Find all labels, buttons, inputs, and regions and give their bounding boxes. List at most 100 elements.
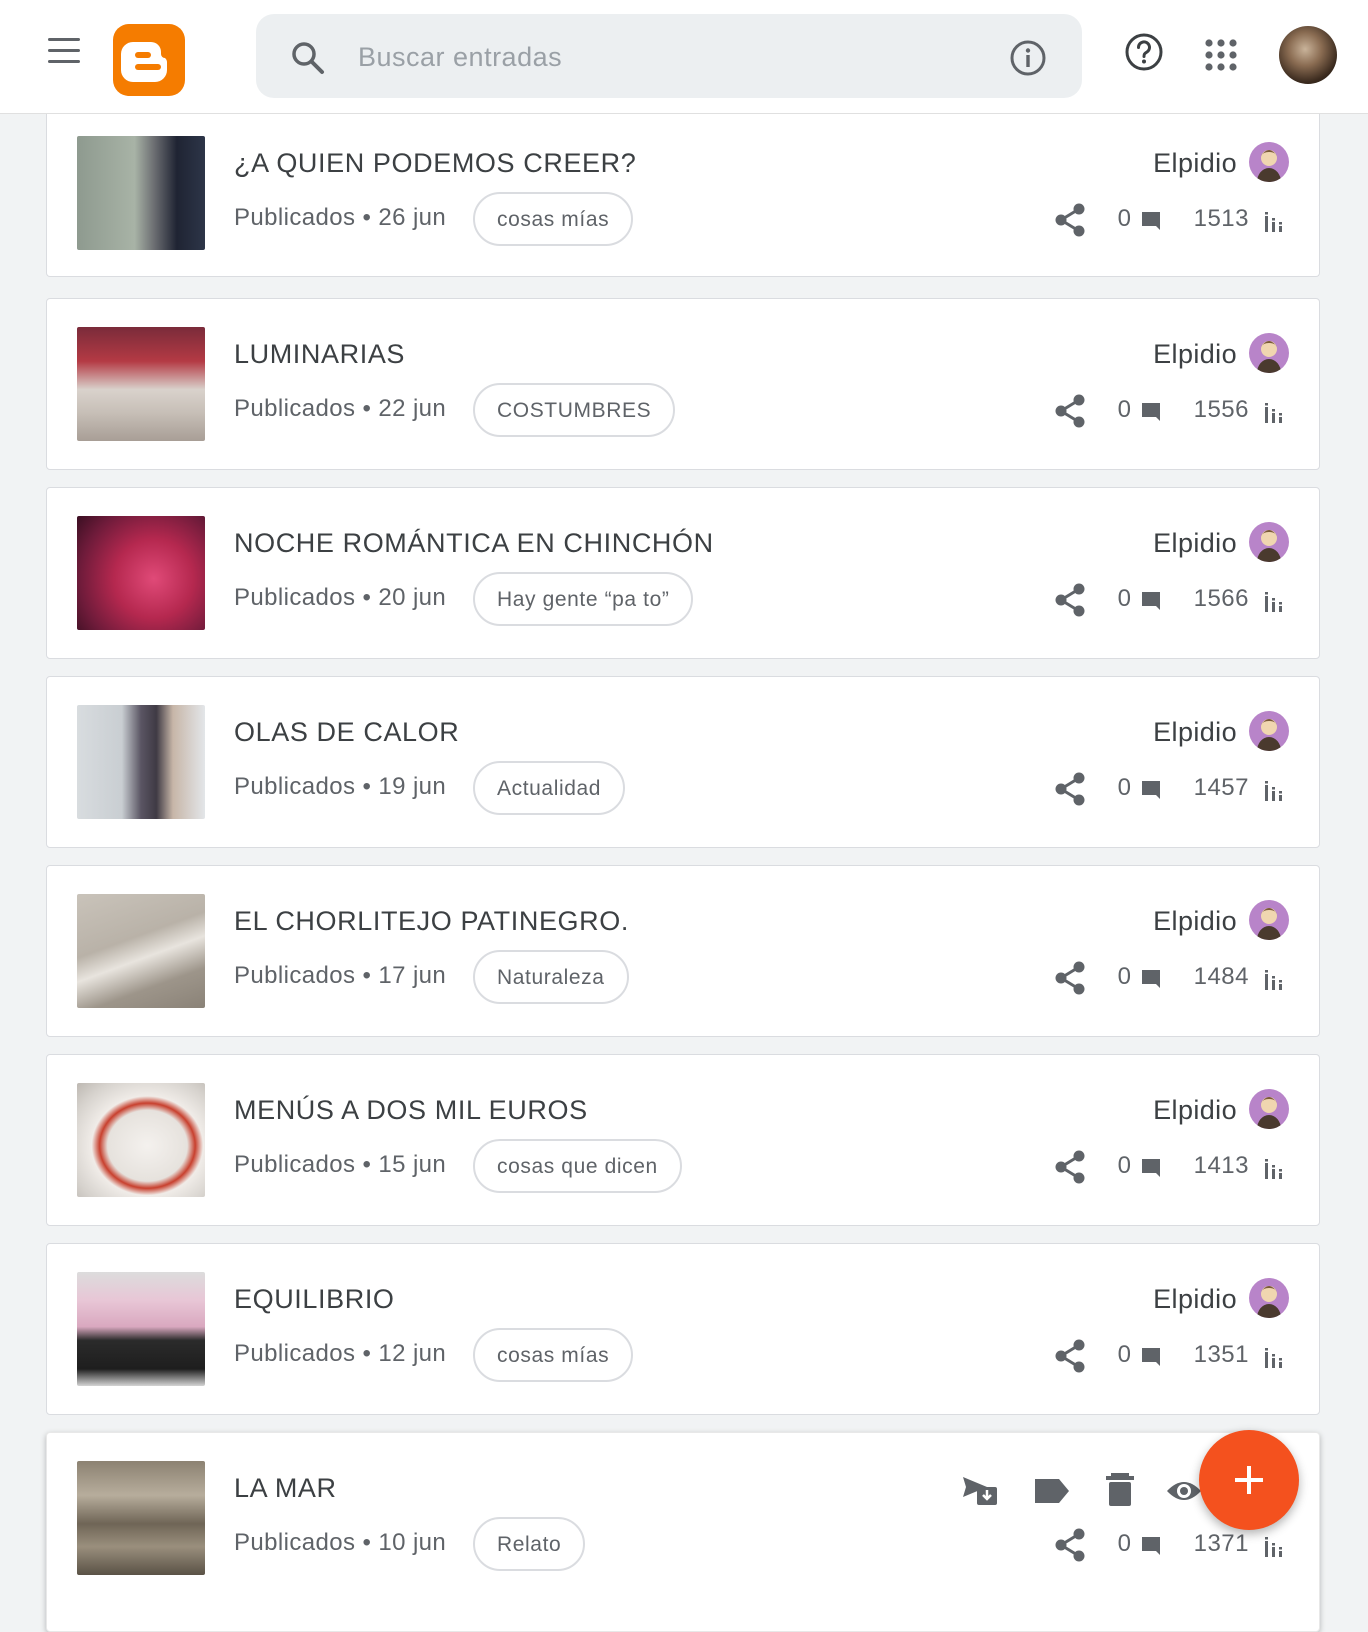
- post-status-date: Publicados • 26 jun: [234, 204, 446, 232]
- comment-icon: [1142, 1348, 1160, 1366]
- delete-icon[interactable]: [1101, 1471, 1139, 1507]
- share-icon[interactable]: [1053, 1149, 1087, 1185]
- post-row[interactable]: MENÚS A DOS MIL EUROS Publicados • 15 ju…: [46, 1054, 1320, 1226]
- share-icon[interactable]: [1053, 202, 1087, 238]
- post-status-date: Publicados • 10 jun: [234, 1529, 446, 1557]
- plus-icon: [1235, 1466, 1263, 1494]
- help-icon[interactable]: [1124, 32, 1164, 72]
- share-icon[interactable]: [1053, 1338, 1087, 1374]
- post-label-chip[interactable]: Actualidad: [473, 761, 626, 815]
- hamburger-menu-button[interactable]: [44, 38, 84, 68]
- post-title[interactable]: EQUILIBRIO: [234, 1284, 395, 1315]
- post-status-date: Publicados • 19 jun: [234, 773, 446, 801]
- info-icon[interactable]: [1008, 38, 1048, 78]
- post-label-chip[interactable]: COSTUMBRES: [473, 383, 676, 437]
- post-author: Elpidio: [1153, 717, 1237, 747]
- post-author: Elpidio: [1153, 1284, 1237, 1314]
- view-count: 1413: [1193, 1152, 1249, 1179]
- post-status-date: Publicados • 12 jun: [234, 1340, 446, 1368]
- post-label-chip[interactable]: cosas que dicen: [473, 1139, 682, 1193]
- post-label-chip[interactable]: Hay gente “pa to”: [473, 572, 694, 626]
- preview-eye-icon[interactable]: [1165, 1473, 1203, 1509]
- post-status: Publicados: [234, 1151, 356, 1178]
- post-thumbnail: [77, 136, 205, 250]
- stats-icon[interactable]: [1264, 403, 1284, 423]
- post-label-chip[interactable]: Naturaleza: [473, 950, 629, 1004]
- menu-icon-bar: [48, 49, 80, 52]
- comment-count: 0: [1117, 1152, 1131, 1179]
- stats-icon[interactable]: [1264, 970, 1284, 990]
- comment-icon: [1142, 970, 1160, 988]
- post-author: Elpidio: [1153, 339, 1237, 369]
- publish-icon[interactable]: [961, 1473, 999, 1509]
- search-icon[interactable]: [290, 40, 326, 76]
- post-thumbnail: [77, 894, 205, 1008]
- share-icon[interactable]: [1053, 771, 1087, 807]
- post-author: Elpidio: [1153, 906, 1237, 936]
- post-label-chip[interactable]: cosas mías: [473, 192, 634, 246]
- post-label-chip[interactable]: cosas mías: [473, 1328, 634, 1382]
- post-row[interactable]: EL CHORLITEJO PATINEGRO. Publicados • 17…: [46, 865, 1320, 1037]
- apps-grid-icon[interactable]: [1204, 38, 1238, 72]
- stats-icon[interactable]: [1264, 1537, 1284, 1557]
- stats-icon[interactable]: [1264, 1159, 1284, 1179]
- post-date: 17 jun: [378, 962, 447, 989]
- post-date: 19 jun: [378, 773, 447, 800]
- blogger-logo-icon[interactable]: [113, 24, 185, 96]
- comment-icon: [1142, 781, 1160, 799]
- post-date: 26 jun: [378, 204, 447, 231]
- post-title[interactable]: LUMINARIAS: [234, 339, 405, 370]
- share-icon[interactable]: [1053, 960, 1087, 996]
- share-icon[interactable]: [1053, 1527, 1087, 1563]
- separator: •: [362, 773, 372, 800]
- author-avatar: [1249, 142, 1289, 182]
- label-icon[interactable]: [1033, 1473, 1071, 1509]
- separator: •: [362, 1340, 372, 1367]
- post-author: Elpidio: [1153, 1095, 1237, 1125]
- comment-count: 0: [1117, 1530, 1131, 1557]
- post-title[interactable]: EL CHORLITEJO PATINEGRO.: [234, 906, 629, 937]
- author-avatar: [1249, 1089, 1289, 1129]
- post-row[interactable]: LUMINARIAS Publicados • 22 jun COSTUMBRE…: [46, 298, 1320, 470]
- separator: •: [362, 962, 372, 989]
- stats-icon[interactable]: [1264, 212, 1284, 232]
- view-count: 1556: [1193, 396, 1249, 423]
- comment-icon: [1142, 1537, 1160, 1555]
- post-date: 22 jun: [378, 395, 447, 422]
- search-input[interactable]: [356, 28, 980, 86]
- view-count: 1566: [1193, 585, 1249, 612]
- post-date: 15 jun: [378, 1151, 447, 1178]
- post-row[interactable]: NOCHE ROMÁNTICA EN CHINCHÓN Publicados •…: [46, 487, 1320, 659]
- post-thumbnail: [77, 1461, 205, 1575]
- share-icon[interactable]: [1053, 393, 1087, 429]
- account-avatar[interactable]: [1279, 26, 1337, 84]
- separator: •: [362, 395, 372, 422]
- author-avatar: [1249, 333, 1289, 373]
- new-post-fab[interactable]: [1199, 1430, 1299, 1530]
- post-title[interactable]: MENÚS A DOS MIL EUROS: [234, 1095, 588, 1126]
- post-status: Publicados: [234, 395, 356, 422]
- post-title[interactable]: OLAS DE CALOR: [234, 717, 459, 748]
- post-status: Publicados: [234, 584, 356, 611]
- stats-icon[interactable]: [1264, 781, 1284, 801]
- post-row[interactable]: OLAS DE CALOR Publicados • 19 jun Actual…: [46, 676, 1320, 848]
- post-row[interactable]: EQUILIBRIO Publicados • 12 jun cosas mía…: [46, 1243, 1320, 1415]
- author-avatar: [1249, 522, 1289, 562]
- view-count: 1351: [1193, 1341, 1249, 1368]
- top-app-bar: [0, 0, 1368, 114]
- post-title[interactable]: ¿A QUIEN PODEMOS CREER?: [234, 148, 636, 179]
- share-icon[interactable]: [1053, 582, 1087, 618]
- post-title[interactable]: NOCHE ROMÁNTICA EN CHINCHÓN: [234, 528, 714, 559]
- stats-icon[interactable]: [1264, 1348, 1284, 1368]
- post-status-date: Publicados • 15 jun: [234, 1151, 446, 1179]
- comment-count: 0: [1117, 963, 1131, 990]
- post-status: Publicados: [234, 773, 356, 800]
- post-author: Elpidio: [1153, 148, 1237, 178]
- stats-icon[interactable]: [1264, 592, 1284, 612]
- post-status-date: Publicados • 17 jun: [234, 962, 446, 990]
- post-title[interactable]: LA MAR: [234, 1473, 337, 1504]
- separator: •: [362, 584, 372, 611]
- post-label-chip[interactable]: Relato: [473, 1517, 586, 1571]
- post-row[interactable]: LA MAR Publicados • 10 jun Relato 0 1371: [46, 1432, 1320, 1632]
- post-row[interactable]: ¿A QUIEN PODEMOS CREER? Publicados • 26 …: [46, 112, 1320, 277]
